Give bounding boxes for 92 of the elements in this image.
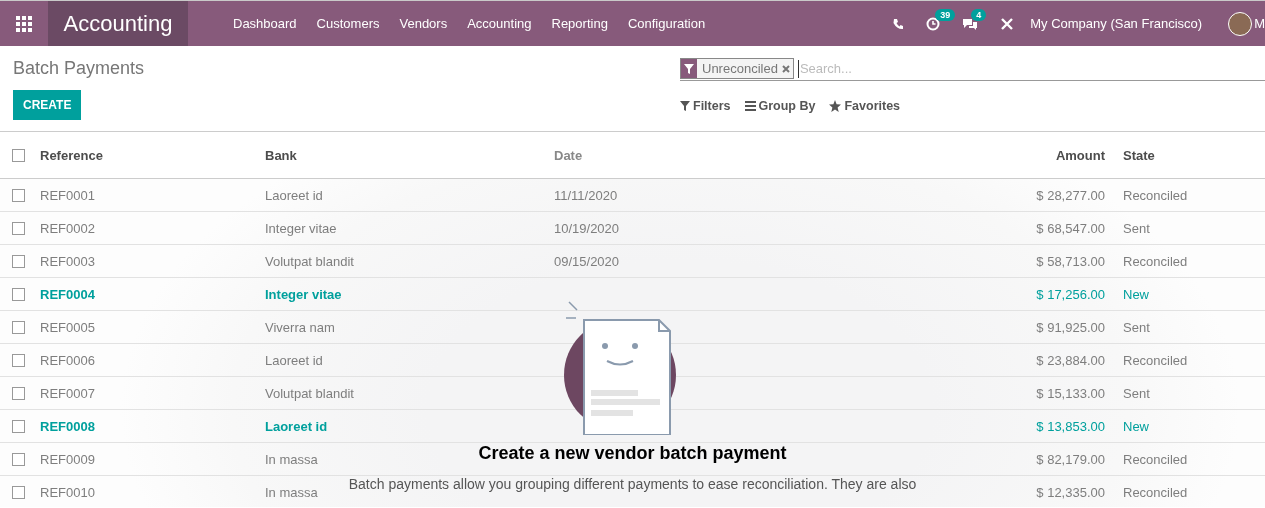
- row-checkbox[interactable]: [12, 320, 25, 334]
- clock-icon[interactable]: [926, 16, 941, 31]
- row-checkbox[interactable]: [12, 287, 25, 301]
- table-cell: New: [1123, 418, 1149, 434]
- user-name[interactable]: M: [1254, 16, 1265, 31]
- apps-grid-icon[interactable]: [16, 15, 32, 32]
- table-cell-text: $ 15,133.00: [1036, 385, 1106, 401]
- table-cell: Viverra nam: [265, 319, 335, 335]
- row-checkbox[interactable]: [12, 485, 25, 499]
- empty-state-title: Create a new vendor batch payment: [478, 443, 787, 464]
- table-cell: New: [1123, 286, 1149, 302]
- menu-item[interactable]: Dashboard: [233, 16, 297, 31]
- table-cell: REF0004: [40, 286, 95, 302]
- table-cell: Sent: [1123, 319, 1150, 335]
- row-checkbox[interactable]: [12, 452, 25, 466]
- table-cell-text: $ 82,179.00: [1036, 451, 1106, 467]
- table-cell: REF0010: [40, 484, 95, 500]
- table-cell: 09/15/2020: [554, 253, 620, 269]
- table-cell: Sent: [1123, 220, 1150, 236]
- table-cell-text: $ 68,547.00: [1036, 220, 1106, 236]
- column-header[interactable]: Date: [554, 147, 1003, 163]
- table-cell: Integer vitae: [265, 286, 342, 302]
- close-icon[interactable]: [781, 64, 790, 73]
- table-cell: REF0001: [40, 187, 95, 203]
- group-by-button[interactable]: Group By: [744, 99, 816, 113]
- filter-icon: [680, 101, 690, 111]
- menu-item[interactable]: Accounting: [467, 16, 532, 31]
- table-cell-text: $ 13,853.00: [1036, 418, 1106, 434]
- table-cell: REF0003: [40, 253, 95, 269]
- menu-item[interactable]: Customers: [316, 16, 380, 31]
- filters-label: Filters: [693, 99, 731, 113]
- chat-bubbles-icon[interactable]: [962, 16, 979, 31]
- favorites-label: Favorites: [844, 99, 901, 113]
- menu-item[interactable]: Reporting: [551, 16, 608, 31]
- table-cell: Laoreet id: [265, 187, 323, 203]
- table-cell: 11/11/2020: [554, 187, 618, 203]
- app-title[interactable]: Accounting: [48, 1, 188, 46]
- column-header[interactable]: Reference: [40, 147, 265, 163]
- activity-count-badge: 39: [935, 8, 956, 21]
- facet-label: Unreconciled: [702, 61, 778, 76]
- filter-facet[interactable]: Unreconciled: [680, 58, 794, 79]
- table-cell: Laoreet id: [265, 352, 323, 368]
- table-cell: Reconciled: [1123, 451, 1188, 467]
- menu-item[interactable]: Vendors: [399, 16, 448, 31]
- phone-icon[interactable]: [892, 17, 905, 30]
- table-cell-text: $ 28,277.00: [1036, 187, 1106, 203]
- row-checkbox[interactable]: [12, 254, 25, 268]
- row-checkbox[interactable]: [12, 353, 25, 367]
- table-cell: In massa: [265, 484, 318, 500]
- table-cell: Reconciled: [1123, 253, 1188, 269]
- table-cell: In massa: [265, 451, 318, 467]
- table-cell: Volutpat blandit: [265, 385, 354, 401]
- table-cell-text: $ 23,884.00: [1036, 352, 1106, 368]
- row-checkbox[interactable]: [12, 419, 25, 433]
- table-cell: REF0008: [40, 418, 95, 434]
- table-cell: REF0002: [40, 220, 95, 236]
- table-cell: Volutpat blandit: [265, 253, 354, 269]
- column-header[interactable]: Amount: [1003, 147, 1123, 163]
- page-title: Batch Payments: [13, 58, 146, 79]
- message-count-badge: 4: [971, 8, 987, 21]
- table-cell: REF0005: [40, 319, 95, 335]
- table-cell: Laoreet id: [265, 418, 328, 434]
- table-cell: REF0009: [40, 451, 95, 467]
- empty-state-text: Batch payments allow you grouping different payments to ease reconciliation. They are also: [348, 476, 917, 492]
- list-icon: [744, 101, 756, 111]
- filters-button[interactable]: Filters: [680, 99, 731, 113]
- table-cell: 10/19/2020: [554, 220, 620, 236]
- table-cell: Reconciled: [1123, 187, 1188, 203]
- menu-item[interactable]: Configuration: [627, 16, 706, 31]
- filter-icon: [684, 63, 694, 74]
- row-checkbox[interactable]: [12, 188, 25, 202]
- company-switcher[interactable]: My Company (San Francisco): [1030, 16, 1203, 31]
- row-checkbox[interactable]: [12, 386, 25, 400]
- table-cell: Sent: [1123, 385, 1150, 401]
- user-avatar[interactable]: [1228, 11, 1253, 36]
- create-button[interactable]: CREATE: [13, 90, 82, 120]
- table-cell-text: $ 12,335.00: [1036, 484, 1106, 500]
- select-all-checkbox[interactable]: [12, 148, 25, 162]
- table-cell: Integer vitae: [265, 220, 337, 236]
- group-by-label: Group By: [758, 99, 816, 113]
- row-checkbox[interactable]: [12, 221, 25, 235]
- table-cell: Reconciled: [1123, 352, 1188, 368]
- table-cell: REF0007: [40, 385, 95, 401]
- column-header[interactable]: State: [1123, 147, 1265, 163]
- favorites-button[interactable]: Favorites: [829, 99, 901, 113]
- table-cell-text: $ 58,713.00: [1036, 253, 1106, 269]
- star-icon: [829, 100, 842, 112]
- column-header[interactable]: Bank: [265, 147, 554, 163]
- table-cell: Reconciled: [1123, 484, 1188, 500]
- table-cell: REF0006: [40, 352, 95, 368]
- table-cell-text: $ 91,925.00: [1036, 319, 1106, 335]
- table-cell-text: $ 17,256.00: [1036, 286, 1106, 302]
